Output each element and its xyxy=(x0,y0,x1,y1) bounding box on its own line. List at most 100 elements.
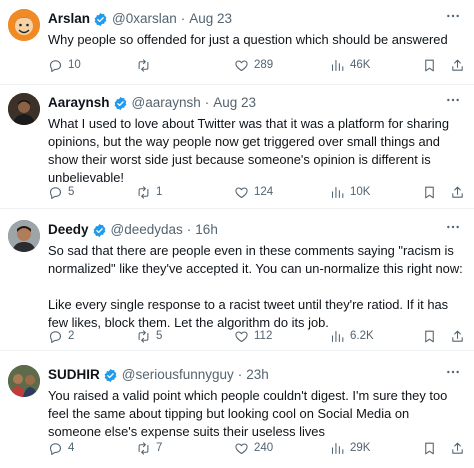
share-button[interactable] xyxy=(450,55,465,75)
avatar-image xyxy=(8,9,40,41)
tweet[interactable]: SUDHIR @seriousfunnyguy · 23h You raised… xyxy=(0,351,474,468)
verified-badge-icon xyxy=(114,96,126,110)
reply-button[interactable]: 10 xyxy=(48,55,81,75)
reply-button[interactable]: 4 xyxy=(48,438,74,458)
like-count: 289 xyxy=(254,59,274,71)
tweet[interactable]: Deedy @deedydas · 16h So sad that there … xyxy=(0,209,474,351)
more-options-button[interactable] xyxy=(442,216,464,238)
separator: · xyxy=(186,222,192,237)
bookmark-button[interactable] xyxy=(422,438,437,458)
bookmark-button[interactable] xyxy=(422,182,437,202)
verified-badge-icon xyxy=(104,368,117,382)
more-options-button[interactable] xyxy=(442,5,464,27)
tweet-actions: 10 289 46K xyxy=(48,55,464,75)
timestamp[interactable]: Aug 23 xyxy=(189,9,232,29)
share-button[interactable] xyxy=(450,182,465,202)
retweet-count: 7 xyxy=(156,442,163,454)
view-count: 46K xyxy=(350,59,371,71)
separator: · xyxy=(237,367,243,382)
verified-badge-icon xyxy=(94,12,107,26)
bookmark-icon xyxy=(425,330,434,342)
reply-button[interactable]: 5 xyxy=(48,182,74,202)
like-button[interactable]: 112 xyxy=(234,326,272,346)
handle[interactable]: @seriousfunnyguy xyxy=(122,365,234,385)
reply-icon xyxy=(49,59,62,72)
heart-icon xyxy=(235,186,248,198)
retweet-count: 1 xyxy=(156,186,163,198)
tweet-paragraph: What I used to love about Twitter was th… xyxy=(48,116,449,185)
avatar[interactable] xyxy=(8,9,40,41)
retweet-icon xyxy=(138,329,149,343)
timestamp[interactable]: 16h xyxy=(195,220,218,240)
reply-count: 5 xyxy=(68,186,75,198)
share-icon xyxy=(452,59,463,71)
tweet-paragraph: Why people so offended for just a questi… xyxy=(48,32,448,47)
display-name[interactable]: Arslan xyxy=(48,9,90,29)
tweet-paragraph: So sad that there are people even in the… xyxy=(48,243,463,276)
views-button[interactable]: 46K xyxy=(330,55,370,75)
display-name[interactable]: Deedy xyxy=(48,220,89,240)
reply-button[interactable]: 2 xyxy=(48,326,74,346)
separator: · xyxy=(180,11,186,26)
avatar[interactable] xyxy=(8,365,40,397)
verified-badge-icon xyxy=(93,223,105,237)
timestamp[interactable]: Aug 23 xyxy=(213,93,256,113)
avatar[interactable] xyxy=(8,220,40,252)
share-button[interactable] xyxy=(450,438,465,458)
tweet[interactable]: Arslan @0xarslan · Aug 23 Why people so … xyxy=(0,0,474,85)
tweet-header: SUDHIR @seriousfunnyguy · 23h xyxy=(48,365,464,385)
more-options-icon xyxy=(447,370,459,374)
more-options-button[interactable] xyxy=(442,89,464,111)
reply-icon xyxy=(49,442,62,455)
tweet[interactable]: Aaraynsh @aaraynsh · Aug 23 What I used … xyxy=(0,85,474,209)
separator: · xyxy=(204,95,210,110)
display-name[interactable]: SUDHIR xyxy=(48,365,100,385)
handle[interactable]: @aaraynsh xyxy=(132,93,201,113)
reply-count: 4 xyxy=(68,442,75,454)
like-button[interactable]: 240 xyxy=(234,438,273,458)
views-button[interactable]: 29K xyxy=(330,438,370,458)
retweet-icon xyxy=(138,185,149,199)
display-name[interactable]: Aaraynsh xyxy=(48,93,110,113)
views-chart-icon xyxy=(331,59,344,71)
more-options-button[interactable] xyxy=(442,361,464,383)
retweet-icon xyxy=(138,441,149,455)
retweet-button[interactable]: 5 xyxy=(136,326,162,346)
tweet-actions: 2 5 112 6.2K xyxy=(48,326,464,346)
views-chart-icon xyxy=(331,442,344,454)
retweet-button[interactable] xyxy=(136,55,156,75)
views-button[interactable]: 6.2K xyxy=(330,326,374,346)
avatar-image xyxy=(8,93,40,125)
views-button[interactable]: 10K xyxy=(330,182,370,202)
share-button[interactable] xyxy=(450,326,465,346)
bookmark-icon xyxy=(425,442,434,454)
bookmark-icon xyxy=(425,59,434,71)
reply-count: 2 xyxy=(68,330,75,342)
bookmark-button[interactable] xyxy=(422,55,437,75)
like-count: 124 xyxy=(254,186,274,198)
avatar-image xyxy=(8,220,40,252)
avatar-image xyxy=(8,365,40,397)
tweet-text: Why people so offended for just a questi… xyxy=(48,31,464,49)
share-icon xyxy=(452,186,463,198)
views-chart-icon xyxy=(331,186,344,198)
like-button[interactable]: 289 xyxy=(234,55,273,75)
tweet-actions: 5 1 124 10K xyxy=(48,182,464,202)
timestamp[interactable]: 23h xyxy=(246,365,269,385)
reply-count: 10 xyxy=(68,59,81,71)
heart-icon xyxy=(235,330,248,342)
tweet-paragraph: You raised a valid point which people co… xyxy=(48,388,448,439)
reply-icon xyxy=(49,186,62,199)
handle[interactable]: @0xarslan xyxy=(112,9,177,29)
tweet-header: Deedy @deedydas · 16h xyxy=(48,220,464,240)
share-icon xyxy=(452,442,463,454)
bookmark-icon xyxy=(425,186,434,198)
bookmark-button[interactable] xyxy=(422,326,437,346)
avatar[interactable] xyxy=(8,93,40,125)
retweet-button[interactable]: 1 xyxy=(136,182,162,202)
tweet-text: You raised a valid point which people co… xyxy=(48,387,464,441)
retweet-icon xyxy=(138,58,149,72)
retweet-button[interactable]: 7 xyxy=(136,438,162,458)
handle[interactable]: @deedydas xyxy=(111,220,183,240)
like-button[interactable]: 124 xyxy=(234,182,273,202)
